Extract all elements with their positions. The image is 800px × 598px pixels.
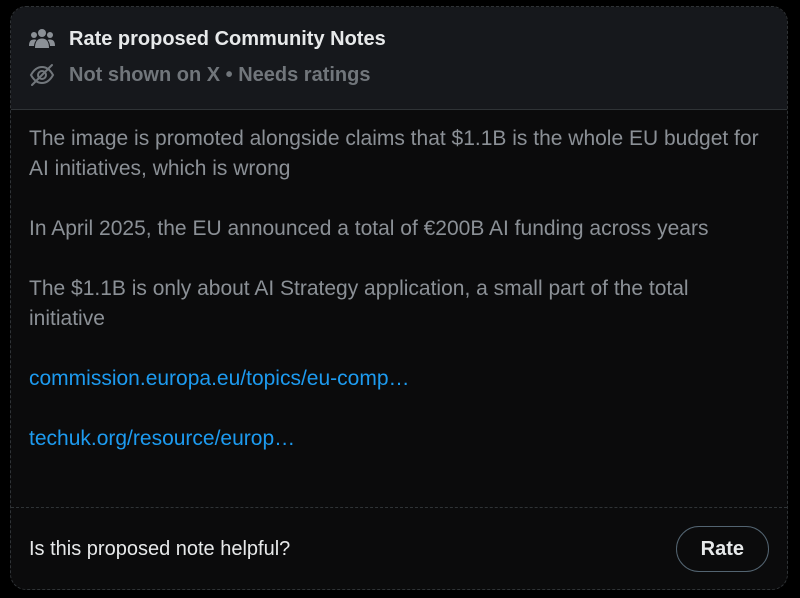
source-link-commission[interactable]: commission.europa.eu/topics/eu-comp…: [29, 364, 769, 394]
community-note-card: Rate proposed Community Notes Not shown …: [10, 6, 788, 590]
people-group-icon: [29, 25, 57, 53]
header-title-row: Rate proposed Community Notes: [29, 25, 769, 53]
eye-off-icon: [29, 61, 57, 89]
header-status-row: Not shown on X • Needs ratings: [29, 61, 769, 89]
helpful-question: Is this proposed note helpful?: [29, 537, 291, 560]
note-header: Rate proposed Community Notes Not shown …: [11, 7, 787, 110]
rate-button[interactable]: Rate: [675, 526, 769, 572]
note-title: Rate proposed Community Notes: [69, 27, 386, 50]
note-status: Not shown on X • Needs ratings: [69, 63, 371, 86]
note-paragraph-3: The $1.1B is only about AI Strategy appl…: [29, 277, 689, 330]
source-link-techuk[interactable]: techuk.org/resource/europ…: [29, 424, 769, 454]
note-body: The image is promoted alongside claims t…: [11, 110, 787, 508]
note-footer: Is this proposed note helpful? Rate: [11, 508, 787, 589]
note-paragraph-2: In April 2025, the EU announced a total …: [29, 217, 709, 240]
note-paragraph-1: The image is promoted alongside claims t…: [29, 127, 759, 180]
